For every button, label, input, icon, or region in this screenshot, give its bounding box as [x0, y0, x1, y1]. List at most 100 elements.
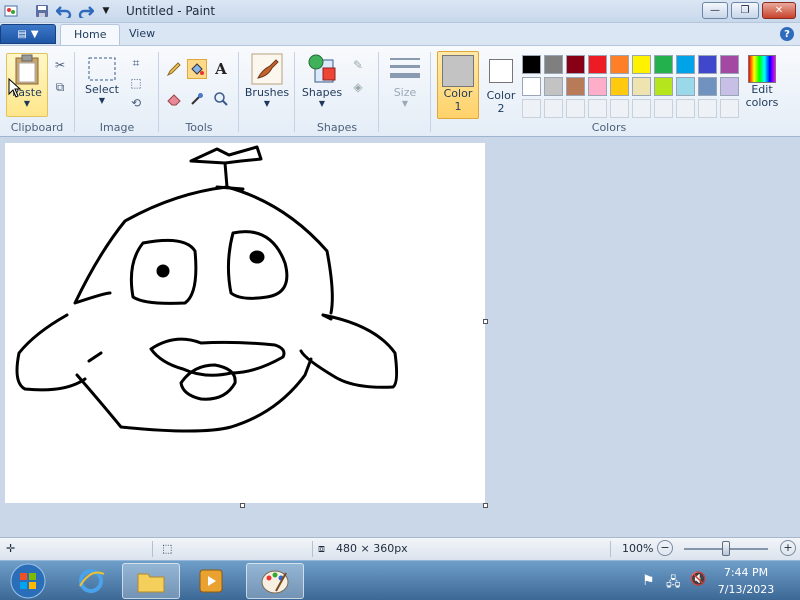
network-icon[interactable]: 🖧 — [666, 573, 681, 595]
color-swatch[interactable] — [544, 55, 563, 74]
color-swatch[interactable] — [610, 77, 629, 96]
shape-fill-icon: ◈ — [353, 80, 363, 94]
zoom-slider-thumb[interactable] — [722, 541, 730, 556]
canvas-size-icon: ⧈ — [318, 542, 325, 555]
resize-icon[interactable]: ⬚ — [126, 73, 146, 93]
divider — [74, 52, 75, 132]
color-picker-icon[interactable] — [187, 89, 207, 109]
eraser-icon[interactable] — [164, 89, 184, 109]
close-icon: ✕ — [774, 5, 784, 16]
tools-group: A Tools — [160, 49, 238, 136]
canvas-work-area[interactable] — [0, 137, 800, 537]
brush-icon — [251, 53, 283, 85]
clock-time[interactable]: 7:44 PM — [716, 566, 776, 579]
copy-icon[interactable]: ⧉ — [50, 77, 70, 97]
brushes-button[interactable]: Brushes ▼ — [244, 52, 290, 116]
color-swatch[interactable] — [676, 55, 695, 74]
edit-colors-button[interactable]: Edit colors — [741, 55, 783, 119]
color-swatch[interactable] — [522, 55, 541, 74]
color2-button[interactable]: Color 2 — [481, 51, 521, 119]
canvas-size-text: 480 × 360px — [336, 542, 408, 555]
pencil-icon[interactable] — [164, 59, 184, 79]
color-swatch[interactable] — [698, 77, 717, 96]
customize-icon[interactable]: ▼ — [98, 3, 114, 19]
zoom-out-button[interactable]: − — [657, 540, 673, 556]
magnifier-icon[interactable] — [211, 89, 231, 109]
color-swatch[interactable] — [588, 77, 607, 96]
divider — [152, 541, 153, 557]
color-swatch[interactable] — [632, 77, 651, 96]
color-swatch[interactable] — [698, 55, 717, 74]
save-icon[interactable] — [34, 3, 50, 19]
redo-icon[interactable] — [78, 3, 94, 19]
custom-color-slot[interactable] — [544, 99, 563, 118]
edit-colors-label-2: colors — [745, 96, 779, 109]
color1-button[interactable]: Color 1 — [437, 51, 479, 119]
color-swatch[interactable] — [588, 55, 607, 74]
color-swatch[interactable] — [610, 55, 629, 74]
fill-icon[interactable] — [187, 59, 207, 79]
text-tool-icon[interactable]: A — [211, 59, 231, 79]
resize-handle-right[interactable] — [483, 319, 488, 324]
selection-size-icon: ⬚ — [162, 542, 173, 555]
taskbar-internet-explorer[interactable] — [62, 563, 120, 599]
volume-muted-icon[interactable]: 🔇 — [690, 572, 706, 587]
tab-home[interactable]: Home — [60, 24, 121, 45]
custom-color-slot[interactable] — [610, 99, 629, 118]
drawing-canvas[interactable] — [5, 143, 485, 503]
custom-color-slot[interactable] — [522, 99, 541, 118]
help-icon[interactable]: ? — [780, 27, 794, 41]
outline-icon: ✎ — [352, 58, 364, 72]
shapes-group: Shapes ▼ ✎ ◈ Shapes — [296, 49, 378, 136]
brushes-label: Brushes — [244, 86, 290, 99]
custom-color-slot[interactable] — [654, 99, 673, 118]
taskbar-file-explorer[interactable] — [122, 563, 180, 599]
menu-icon: ▤ — [17, 28, 27, 40]
custom-color-slot[interactable] — [698, 99, 717, 118]
crop-icon[interactable]: ⌗ — [126, 53, 146, 73]
color-swatch[interactable] — [522, 77, 541, 96]
paint-menu-button[interactable]: ▤ ▼ — [0, 24, 56, 44]
clock-date[interactable]: 7/13/2023 — [716, 583, 776, 596]
color-swatch[interactable] — [566, 77, 585, 96]
action-center-flag-icon[interactable]: ⚑ — [642, 573, 655, 589]
custom-color-slot[interactable] — [720, 99, 739, 118]
start-button[interactable] — [2, 563, 54, 599]
color-swatch[interactable] — [676, 77, 695, 96]
divider — [294, 52, 295, 132]
cut-icon[interactable]: ✂ — [50, 55, 70, 75]
shapes-label: Shapes — [301, 86, 343, 99]
zoom-in-button[interactable]: + — [780, 540, 796, 556]
chevron-down-icon: ▼ — [318, 99, 326, 108]
custom-color-slot[interactable] — [676, 99, 695, 118]
color2-swatch — [489, 59, 513, 83]
rotate-icon[interactable]: ⟲ — [126, 93, 146, 113]
resize-handle-bottom[interactable] — [240, 503, 245, 508]
paint-app-icon[interactable] — [3, 3, 19, 19]
close-button[interactable]: ✕ — [762, 2, 796, 19]
shapes-button[interactable]: Shapes ▼ — [300, 52, 344, 116]
minimize-button[interactable]: — — [702, 2, 728, 19]
taskbar-paint[interactable] — [246, 563, 304, 599]
select-button[interactable]: Select ▼ — [82, 55, 122, 115]
color-swatch[interactable] — [544, 77, 563, 96]
custom-color-slot[interactable] — [632, 99, 651, 118]
size-button[interactable]: Size ▼ — [384, 52, 426, 116]
divider — [378, 52, 379, 132]
color-swatch[interactable] — [566, 55, 585, 74]
image-group: Select ▼ ⌗ ⬚ ⟲ Image — [76, 49, 158, 136]
undo-icon[interactable] — [56, 3, 72, 19]
color-swatch[interactable] — [654, 55, 673, 74]
resize-handle-corner[interactable] — [483, 503, 488, 508]
color-swatch[interactable] — [632, 55, 651, 74]
divider — [238, 52, 239, 132]
taskbar-media-player[interactable] — [182, 563, 240, 599]
custom-color-slot[interactable] — [566, 99, 585, 118]
color-swatch[interactable] — [654, 77, 673, 96]
ribbon: Paste ▼ ✂ ⧉ Clipboard Select ▼ ⌗ ⬚ ⟲ Ima… — [0, 45, 800, 137]
custom-color-slot[interactable] — [588, 99, 607, 118]
maximize-button[interactable]: ❐ — [731, 2, 759, 19]
color-swatch[interactable] — [720, 77, 739, 96]
tab-view[interactable]: View — [116, 24, 168, 45]
color-swatch[interactable] — [720, 55, 739, 74]
